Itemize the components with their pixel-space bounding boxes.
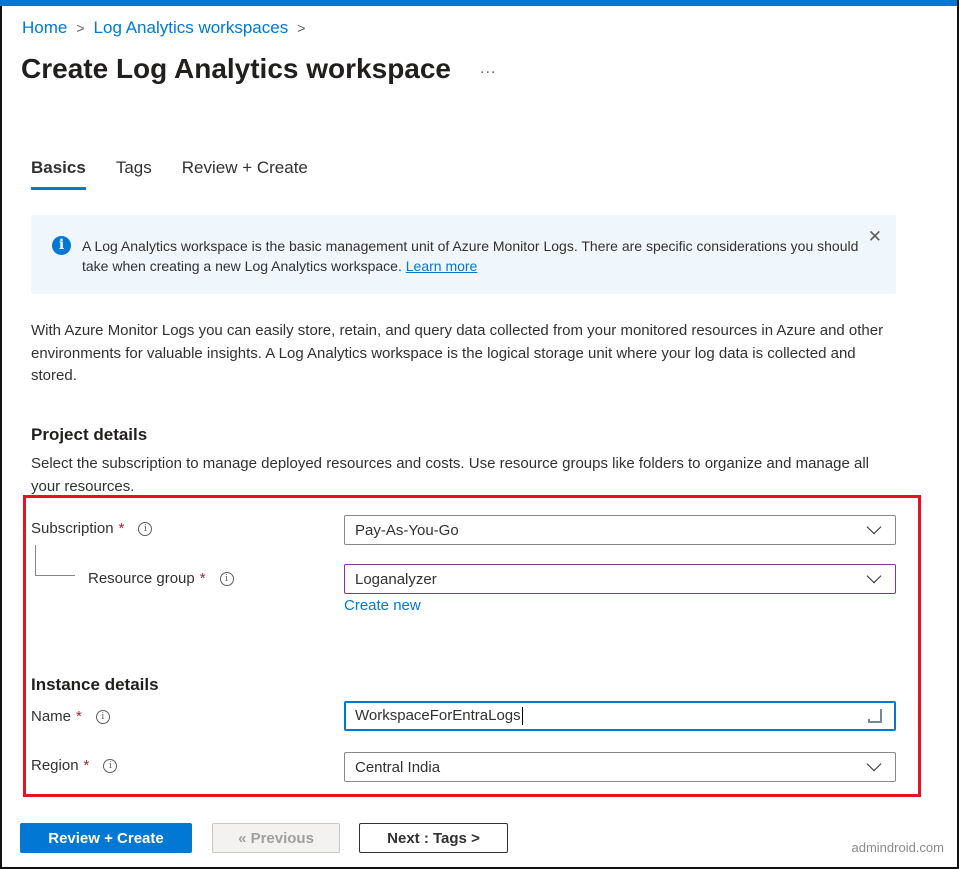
required-asterisk: *	[118, 520, 125, 537]
project-details-description: Select the subscription to manage deploy…	[31, 455, 869, 495]
subscription-dropdown[interactable]: Pay-As-You-Go	[344, 515, 896, 545]
resource-group-dropdown[interactable]: Loganalyzer	[344, 564, 896, 594]
info-banner: i A Log Analytics workspace is the basic…	[31, 215, 896, 294]
region-label-text: Region	[31, 757, 79, 774]
region-dropdown[interactable]: Central India	[344, 752, 896, 782]
chevron-down-icon	[866, 756, 882, 772]
region-value: Central India	[355, 758, 441, 776]
info-circle-icon[interactable]: i	[95, 709, 110, 724]
tab-review-create[interactable]: Review + Create	[182, 158, 308, 190]
info-icon: i	[52, 236, 71, 255]
tab-tags[interactable]: Tags	[116, 158, 152, 190]
create-new-resource-group-link[interactable]: Create new	[344, 597, 421, 614]
required-asterisk: *	[199, 570, 206, 587]
previous-button[interactable]: « Previous	[212, 823, 340, 853]
learn-more-link[interactable]: Learn more	[406, 258, 478, 274]
chevron-right-icon: >	[76, 20, 85, 36]
page-description: With Azure Monitor Logs you can easily s…	[31, 322, 884, 384]
info-banner-text: A Log Analytics workspace is the basic m…	[82, 236, 862, 276]
subscription-label-text: Subscription	[31, 520, 114, 537]
tree-connector	[35, 545, 75, 576]
chevron-down-icon	[866, 519, 882, 535]
more-options-icon[interactable]: ...	[480, 60, 496, 78]
next-tags-button[interactable]: Next : Tags >	[359, 823, 508, 853]
workspace-name-value: WorkspaceForEntraLogs	[355, 706, 521, 724]
tab-basics[interactable]: Basics	[31, 158, 86, 190]
resource-group-value: Loganalyzer	[355, 570, 437, 588]
watermark: admindroid.com	[851, 840, 945, 855]
input-resize-icon	[868, 709, 882, 723]
name-label-text: Name	[31, 708, 72, 725]
workspace-name-value-wrap: WorkspaceForEntraLogs	[355, 706, 523, 726]
tab-bar: Basics Tags Review + Create	[31, 158, 308, 190]
chevron-right-icon: >	[297, 20, 306, 36]
review-create-button[interactable]: Review + Create	[20, 823, 192, 853]
name-label: Name * i	[31, 708, 110, 725]
required-asterisk: *	[76, 708, 82, 725]
breadcrumb-log-analytics-workspaces[interactable]: Log Analytics workspaces	[94, 18, 289, 38]
subscription-label: Subscription * i	[31, 520, 153, 537]
resource-group-label: Resource group * i	[88, 570, 234, 587]
info-circle-icon[interactable]: i	[103, 758, 118, 773]
top-accent-bar	[0, 0, 957, 6]
project-details-heading: Project details	[31, 425, 148, 444]
region-label: Region * i	[31, 757, 118, 774]
close-icon[interactable]: ✕	[868, 227, 882, 247]
info-circle-icon[interactable]: i	[219, 571, 234, 586]
breadcrumb-home[interactable]: Home	[22, 18, 67, 38]
subscription-value: Pay-As-You-Go	[355, 521, 459, 539]
workspace-name-input[interactable]: WorkspaceForEntraLogs	[344, 701, 896, 731]
resource-group-label-text: Resource group	[88, 570, 195, 587]
breadcrumb: Home > Log Analytics workspaces >	[22, 18, 305, 38]
text-caret	[521, 707, 523, 726]
page-title: Create Log Analytics workspace	[21, 53, 452, 84]
required-asterisk: *	[83, 757, 90, 774]
chevron-down-icon	[866, 568, 882, 584]
info-circle-icon[interactable]: i	[138, 521, 153, 536]
instance-details-heading: Instance details	[31, 675, 159, 694]
